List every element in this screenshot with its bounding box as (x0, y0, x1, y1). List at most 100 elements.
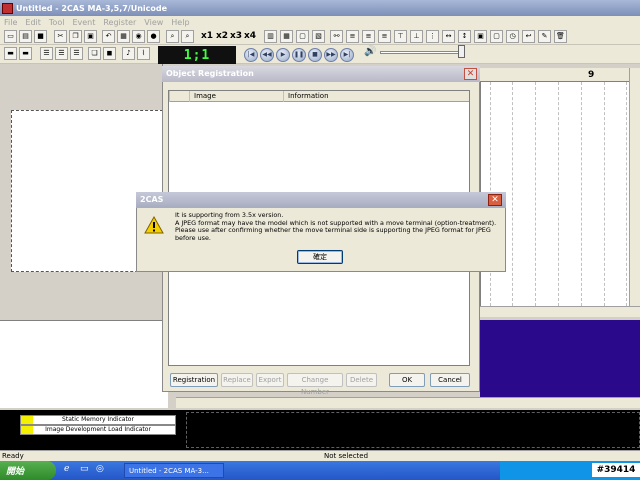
vibrate-icon[interactable]: ⌇ (137, 47, 150, 60)
window-title: Untitled - 2CAS MA-3,5,7/Unicode (16, 3, 168, 13)
timeline-column (581, 82, 582, 306)
align-left-icon[interactable]: ≡ (346, 30, 359, 43)
preview-icon[interactable]: ◉ (132, 30, 145, 43)
layer-icon[interactable]: ▧ (312, 30, 325, 43)
align-bottom-icon[interactable]: ⊥ (410, 30, 423, 43)
event-track-area[interactable] (186, 412, 640, 448)
menu-edit[interactable]: Edit (21, 18, 45, 27)
menu-tool[interactable]: Tool (45, 18, 69, 27)
play-icon[interactable]: ▶ (276, 48, 290, 62)
align-center-icon[interactable]: ≡ (362, 30, 375, 43)
preview-area (480, 320, 640, 398)
menu-file[interactable]: File (0, 18, 21, 27)
zoom-x1-button[interactable]: x1 (201, 31, 213, 41)
layers-icon[interactable]: ❏ (88, 47, 101, 60)
menu-help[interactable]: Help (167, 18, 193, 27)
menu-bar: File Edit Tool Event Register View Help (0, 16, 640, 28)
first-frame-icon[interactable]: |◀ (244, 48, 258, 62)
zoom-out-icon[interactable]: ⌕ (181, 30, 194, 43)
paste-icon[interactable]: ▣ (84, 30, 97, 43)
open-folder-icon[interactable]: ▤ (19, 30, 32, 43)
tray-clock: #39414 (592, 463, 640, 477)
save-icon[interactable]: ■ (34, 30, 47, 43)
timer-icon[interactable]: ◷ (506, 30, 519, 43)
column-header-information[interactable]: Information (283, 91, 453, 102)
window-title-bar[interactable]: Untitled - 2CAS MA-3,5,7/Unicode (0, 0, 640, 16)
layout-icon[interactable]: ▥ (264, 30, 277, 43)
trash-icon[interactable]: 🗑 (554, 30, 567, 43)
undo-icon[interactable]: ↶ (102, 30, 115, 43)
grid-icon[interactable]: ▦ (280, 30, 293, 43)
link-icon[interactable]: ⚯ (330, 30, 343, 43)
static-memory-indicator: Static Memory Indicator (20, 415, 176, 425)
edit-icon[interactable]: ✎ (538, 30, 551, 43)
menu-event[interactable]: Event (68, 18, 99, 27)
app-icon (2, 2, 13, 14)
cancel-button[interactable]: Cancel (430, 373, 470, 387)
volume-slider-thumb[interactable] (458, 45, 465, 58)
start-label: 開始 (6, 467, 25, 477)
close-icon[interactable]: ✕ (488, 194, 502, 206)
distribute-icon[interactable]: ⋮ (426, 30, 439, 43)
change-number-button[interactable]: Change Number (287, 373, 343, 396)
object-registration-title[interactable]: Object Registration (162, 66, 480, 82)
frame-counter-display: 1;1 (158, 46, 236, 64)
quick-launch-desktop-icon[interactable]: ▭ (80, 464, 89, 474)
timeline-column (626, 82, 627, 306)
last-frame-icon[interactable]: ▶| (340, 48, 354, 62)
menu-register[interactable]: Register (99, 18, 140, 27)
frame-icon[interactable]: ▬ (4, 47, 17, 60)
zoom-x4-button[interactable]: x4 (244, 31, 256, 41)
group-icon[interactable]: ▣ (474, 30, 487, 43)
rewind-icon[interactable]: ◀◀ (260, 48, 274, 62)
timeline-column (535, 82, 536, 306)
close-icon[interactable]: ✕ (464, 68, 477, 80)
taskbar-item-label: Untitled - 2CAS MA-3... (129, 466, 209, 475)
export-button[interactable]: Export (256, 373, 284, 387)
same-width-icon[interactable]: ↔ (442, 30, 455, 43)
confirm-button[interactable]: 確定 (297, 250, 343, 264)
properties-icon[interactable]: ▦ (117, 30, 130, 43)
status-ready: Ready (2, 452, 24, 460)
fast-forward-icon[interactable]: ▶▶ (324, 48, 338, 62)
ungroup-icon[interactable]: ▢ (490, 30, 503, 43)
volume-slider-track[interactable] (380, 51, 462, 54)
status-bar: Ready Not selected (0, 450, 640, 461)
quick-launch-ie-icon[interactable]: ℯ (64, 464, 69, 474)
column-header-image[interactable]: Image (189, 91, 281, 102)
timeline-column (558, 82, 559, 306)
taskbar-item-2cas[interactable]: Untitled - 2CAS MA-3... (124, 463, 224, 478)
quick-launch-media-icon[interactable]: ◎ (96, 464, 104, 474)
timeline-vertical-scrollbar[interactable] (629, 68, 640, 308)
menu-view[interactable]: View (140, 18, 167, 27)
stop-icon[interactable]: ■ (308, 48, 322, 62)
zoom-x3-button[interactable]: x3 (230, 31, 242, 41)
zoom-x2-button[interactable]: x2 (216, 31, 228, 41)
color-wheel-icon[interactable]: ● (147, 30, 160, 43)
object-icon[interactable]: ▢ (296, 30, 309, 43)
list-alt-icon[interactable]: ☰ (55, 47, 68, 60)
pause-icon[interactable]: ❚❚ (292, 48, 306, 62)
lower-horizontal-scrollbar[interactable] (176, 397, 640, 408)
arrow-icon[interactable]: ↩ (522, 30, 535, 43)
start-button[interactable]: 開始 (0, 461, 56, 480)
music-icon[interactable]: ♪ (122, 47, 135, 60)
cut-icon[interactable]: ✂ (54, 30, 67, 43)
warning-dialog-title[interactable]: 2CAS (136, 192, 506, 208)
copy-icon[interactable]: ❐ (69, 30, 82, 43)
timeline-horizontal-scrollbar[interactable] (480, 306, 640, 317)
align-right-icon[interactable]: ≡ (378, 30, 391, 43)
new-file-icon[interactable]: ▭ (4, 30, 17, 43)
frame-alt-icon[interactable]: ▬ (19, 47, 32, 60)
list-icon[interactable]: ☰ (40, 47, 53, 60)
align-top-icon[interactable]: ⊤ (394, 30, 407, 43)
list-indent-icon[interactable]: ☰ (70, 47, 83, 60)
ok-button[interactable]: OK (389, 373, 425, 387)
load-level-bar (21, 426, 33, 434)
replace-button[interactable]: Replace (221, 373, 253, 387)
delete-button[interactable]: Delete (346, 373, 377, 387)
registration-button[interactable]: Registration (170, 373, 218, 387)
record-icon[interactable]: ◼ (103, 47, 116, 60)
same-height-icon[interactable]: ↕ (458, 30, 471, 43)
zoom-in-icon[interactable]: ⌕ (166, 30, 179, 43)
